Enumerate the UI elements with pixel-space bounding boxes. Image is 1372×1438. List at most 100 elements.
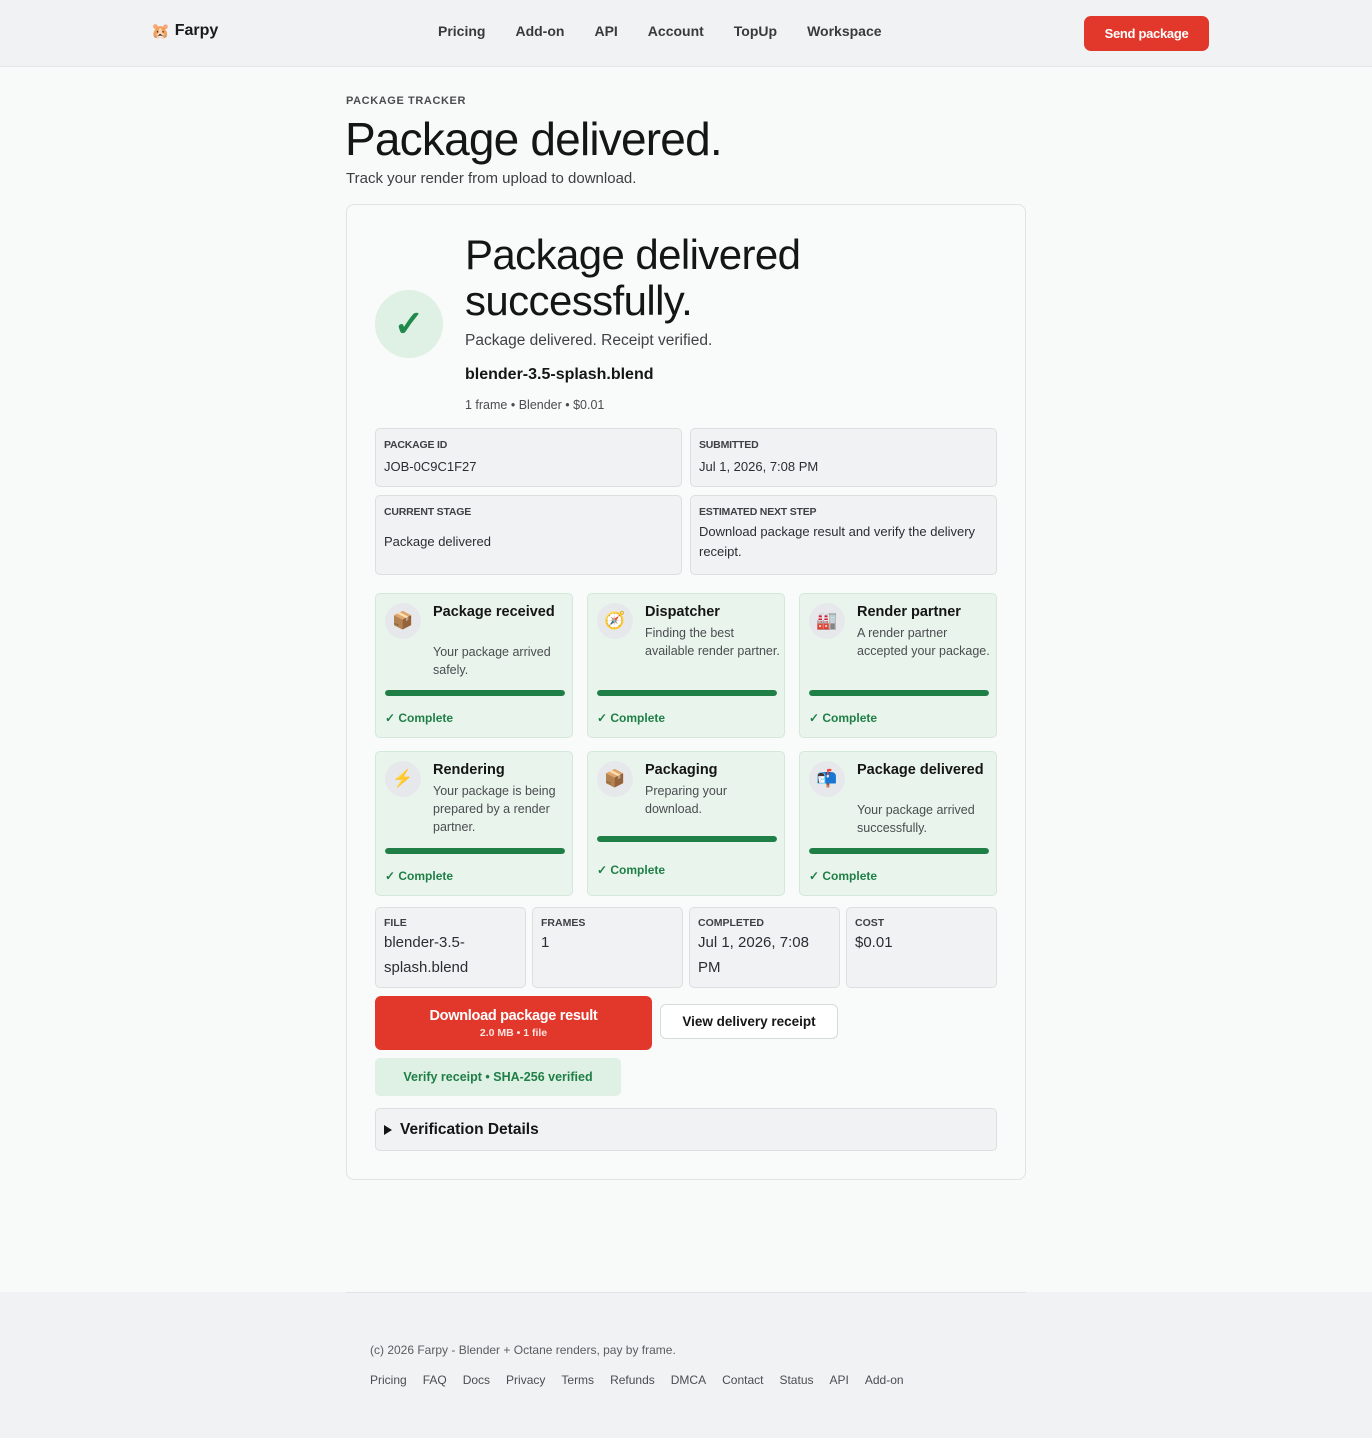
stage-progress-fill: [385, 848, 565, 854]
stage-description: Your package arrived successfully.: [857, 803, 975, 835]
stage-progress-bar: [809, 690, 989, 696]
stage-description: Your package is being prepared by a rend…: [433, 784, 556, 834]
summary-file-box: FILE blender-3.5-splash.blend: [375, 907, 526, 988]
disclosure-triangle-icon: [384, 1124, 392, 1135]
summary-file-value: blender-3.5-splash.blend: [384, 934, 469, 976]
stage-card-rendering: ⚡ Rendering Your package is being prepar…: [375, 751, 573, 896]
package-id-value: JOB-0C9C1F27: [384, 459, 477, 474]
send-package-button[interactable]: Send package: [1084, 16, 1209, 51]
footer-divider: [346, 1292, 1026, 1293]
stage-description: A render partner accepted your package.: [857, 626, 990, 658]
verification-details-label: Verification Details: [400, 1120, 539, 1138]
footer-link-dmca[interactable]: DMCA: [671, 1373, 706, 1387]
summary-cost-box: COST $0.01: [846, 907, 997, 988]
footer-link-terms[interactable]: Terms: [561, 1373, 594, 1387]
stage-status: ✓ Complete: [597, 863, 666, 877]
stage-card-packaging: 📦 Packaging Preparing your download. ✓ C…: [587, 751, 785, 896]
stage-card-package-delivered: 📬 Package delivered Your package arrived…: [799, 751, 997, 896]
page-eyebrow: PACKAGE TRACKER: [346, 95, 467, 107]
current-stage-value: Package delivered: [384, 534, 491, 549]
stage-progress-bar: [385, 690, 565, 696]
factory-icon: 🏭: [809, 603, 845, 639]
stage-progress-fill: [597, 836, 777, 842]
stage-progress-bar: [597, 836, 777, 842]
summary-completed-box: COMPLETED Jul 1, 2026, 7:08 PM: [689, 907, 840, 988]
package-id-box: PACKAGE ID JOB-0C9C1F27: [375, 428, 682, 487]
nav-link-pricing[interactable]: Pricing: [438, 23, 485, 39]
mailbox-icon: 📬: [809, 761, 845, 797]
stage-progress-bar: [385, 848, 565, 854]
nav-link-api[interactable]: API: [594, 23, 617, 39]
page-subtitle: Track your render from upload to downloa…: [346, 170, 637, 187]
stage-progress-fill: [597, 690, 777, 696]
submitted-value: Jul 1, 2026, 7:08 PM: [699, 459, 819, 474]
download-button-size: 2.0 MB • 1 file: [479, 1026, 548, 1039]
nav-link-workspace[interactable]: Workspace: [807, 23, 881, 39]
delivery-status-title: Package delivered successfully.: [465, 231, 801, 324]
footer-link-faq[interactable]: FAQ: [423, 1373, 447, 1387]
footer-link-status[interactable]: Status: [779, 1373, 813, 1387]
compass-icon: 🧭: [597, 603, 633, 639]
footer-link-add-on[interactable]: Add-on: [865, 1373, 904, 1387]
stage-description: Preparing your download.: [645, 784, 727, 816]
summary-frames-box: FRAMES 1: [532, 907, 683, 988]
next-step-label: ESTIMATED NEXT STEP: [699, 506, 817, 518]
stage-card-package-received: 📦 Package received Your package arrived …: [375, 593, 573, 738]
stage-status: ✓ Complete: [385, 869, 454, 883]
summary-completed-label: COMPLETED: [698, 917, 764, 929]
current-stage-box: CURRENT STAGE Package delivered: [375, 495, 682, 575]
summary-cost-label: COST: [855, 917, 885, 929]
stage-title: Packaging: [645, 762, 718, 778]
footer-link-api[interactable]: API: [830, 1373, 849, 1387]
stage-progress-bar: [809, 848, 989, 854]
nav-link-topup[interactable]: TopUp: [734, 23, 777, 39]
hamster-logo-icon: 🐹: [151, 22, 170, 40]
package-meta: 1 frame • Blender • $0.01: [465, 398, 605, 412]
stage-status: ✓ Complete: [809, 711, 878, 725]
brand-logo[interactable]: 🐹 Farpy: [151, 22, 218, 40]
summary-completed-value: Jul 1, 2026, 7:08 PM: [698, 934, 809, 976]
stage-progress-fill: [385, 690, 565, 696]
stage-status: ✓ Complete: [809, 869, 878, 883]
nav-link-add-on[interactable]: Add-on: [515, 23, 564, 39]
next-step-value: Download package result and verify the d…: [699, 524, 976, 559]
brand-name: Farpy: [174, 22, 219, 39]
download-package-button[interactable]: Download package result 2.0 MB • 1 file: [375, 996, 652, 1050]
success-check-icon: ✓: [375, 290, 443, 358]
lightning-icon: ⚡: [385, 761, 421, 797]
stage-card-render-partner: 🏭 Render partner A render partner accept…: [799, 593, 997, 738]
package-id-label: PACKAGE ID: [384, 439, 448, 451]
page-footer: (c) 2026 Farpy - Blender + Octane render…: [0, 1292, 1372, 1438]
footer-link-docs[interactable]: Docs: [463, 1373, 490, 1387]
stage-title: Rendering: [433, 762, 505, 778]
delivery-status-subtitle: Package delivered. Receipt verified.: [465, 332, 713, 349]
package-icon: 📦: [597, 761, 633, 797]
footer-link-refunds[interactable]: Refunds: [610, 1373, 655, 1387]
verify-receipt-button[interactable]: Verify receipt • SHA-256 verified: [375, 1058, 621, 1096]
summary-frames-label: FRAMES: [541, 917, 586, 929]
stage-title: Render partner: [857, 604, 961, 620]
summary-file-label: FILE: [384, 917, 407, 929]
top-navigation-bar: 🐹 Farpy Pricing Add-on API Account TopUp…: [0, 0, 1372, 67]
footer-link-pricing[interactable]: Pricing: [370, 1373, 407, 1387]
next-step-box: ESTIMATED NEXT STEP Download package res…: [690, 495, 997, 575]
stage-progress-bar: [597, 690, 777, 696]
stage-title: Dispatcher: [645, 604, 720, 620]
current-stage-label: CURRENT STAGE: [384, 506, 472, 518]
stage-title: Package delivered: [857, 762, 984, 778]
footer-links: Pricing FAQ Docs Privacy Terms Refunds D…: [370, 1373, 920, 1387]
view-receipt-button[interactable]: View delivery receipt: [660, 1004, 838, 1039]
footer-link-contact[interactable]: Contact: [722, 1373, 763, 1387]
verification-details-toggle[interactable]: Verification Details: [375, 1108, 997, 1151]
footer-link-privacy[interactable]: Privacy: [506, 1373, 545, 1387]
nav-link-account[interactable]: Account: [648, 23, 704, 39]
summary-cost-value: $0.01: [855, 934, 893, 951]
stage-progress-fill: [809, 848, 989, 854]
stage-progress-fill: [809, 690, 989, 696]
package-file-name: blender-3.5-splash.blend: [465, 366, 654, 383]
page-title: Package delivered.: [345, 113, 723, 165]
stage-description: Finding the best available render partne…: [645, 626, 780, 658]
stage-status: ✓ Complete: [385, 711, 454, 725]
submitted-label: SUBMITTED: [699, 439, 759, 451]
stage-description: Your package arrived safely.: [433, 645, 551, 677]
